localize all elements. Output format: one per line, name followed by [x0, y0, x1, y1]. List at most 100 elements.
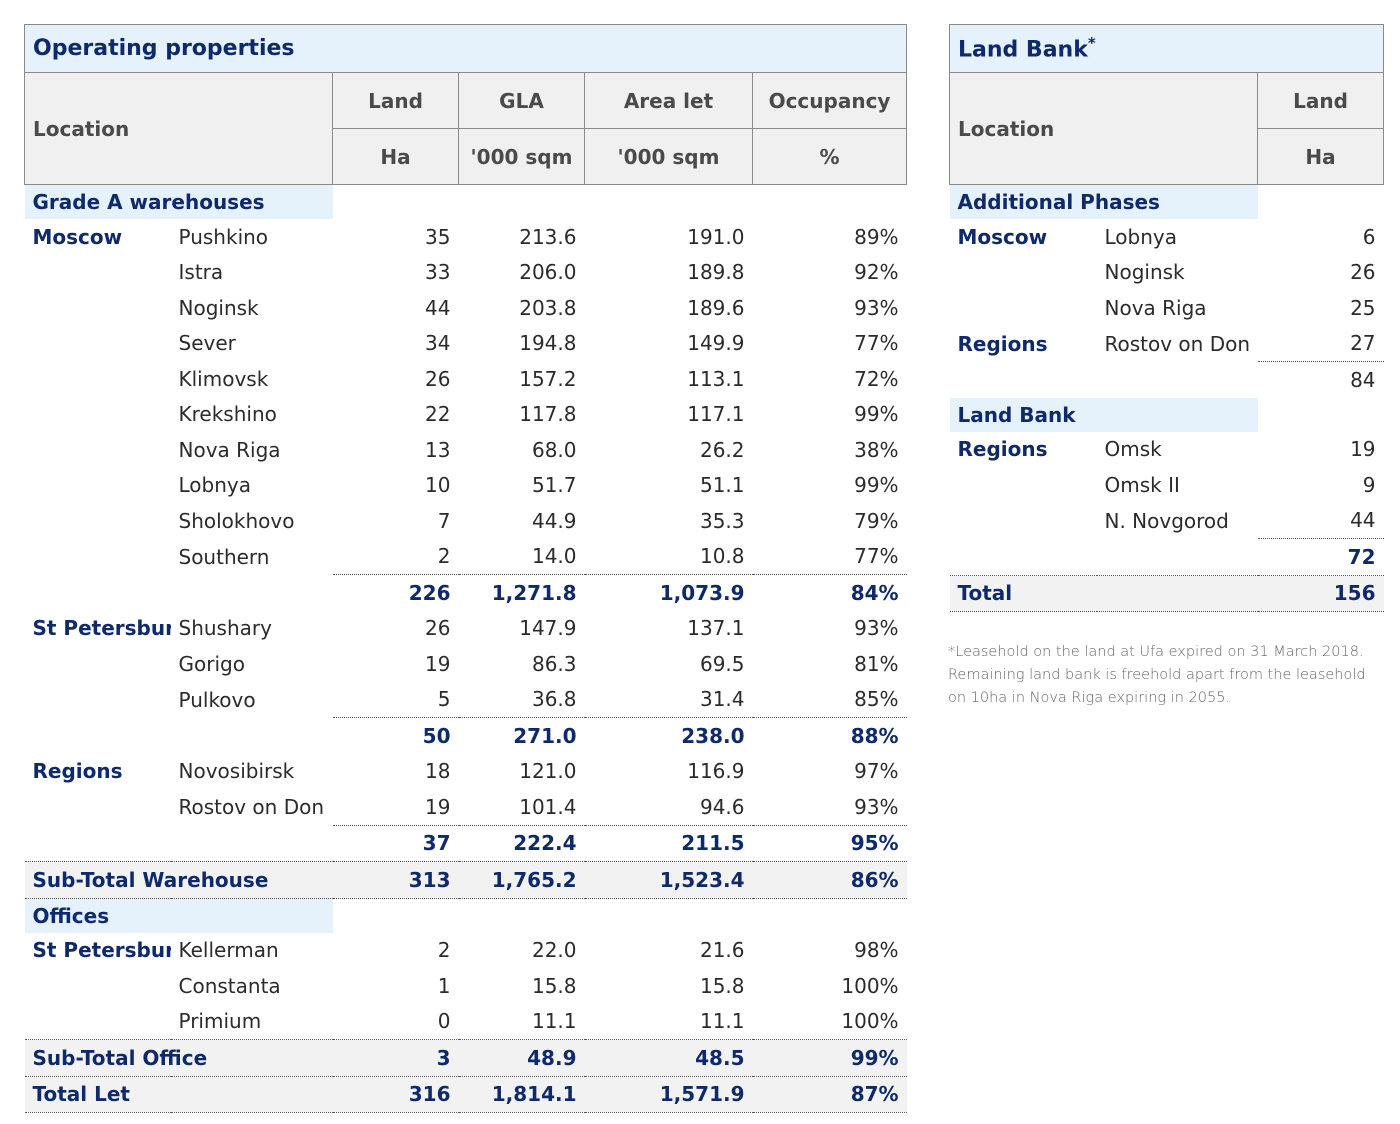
- empty-cell: [459, 185, 585, 220]
- section-title: Grade A warehouses: [24, 184, 333, 219]
- region-cell: [950, 255, 1097, 291]
- land-bank-table: Land Bank* Location Land Ha Additional P…: [948, 24, 1385, 612]
- property-name: Lobnya: [178, 473, 252, 498]
- section-grade-a-warehouses: Grade A warehouses: [24, 184, 907, 220]
- occ-cell: 99%: [854, 473, 899, 498]
- gla-cell: 203.8: [519, 295, 577, 320]
- let-cell: 191.0: [687, 224, 745, 249]
- occ-cell: 38%: [854, 437, 899, 462]
- region-cell: [25, 468, 171, 504]
- total-occ: 87%: [752, 1075, 907, 1113]
- gla-cell: 86.3: [531, 651, 577, 676]
- region-cell: [25, 361, 171, 397]
- subtotal-land: 37: [332, 824, 459, 862]
- let-cell: 51.1: [699, 473, 745, 498]
- gla-unit: '000 sqm: [458, 128, 585, 185]
- land-cell: 19: [1350, 437, 1376, 462]
- empty-cell: [459, 898, 585, 933]
- gla-cell: 157.2: [519, 366, 577, 391]
- land-cell: 34: [425, 331, 451, 356]
- let-cell: 35.3: [699, 508, 745, 533]
- land-cell: 7: [437, 508, 451, 533]
- let-cell: 149.9: [687, 331, 745, 356]
- table-row: Krekshino 22 117.8 117.1 99%: [25, 397, 907, 433]
- region-cell: Moscow: [32, 224, 123, 249]
- region-cell: Regions: [957, 331, 1048, 356]
- land-cell: 2: [437, 938, 451, 963]
- land-cell: 0: [437, 1009, 451, 1034]
- property-name: Shushary: [178, 616, 272, 641]
- table-row: Gorigo 19 86.3 69.5 81%: [25, 646, 907, 682]
- let-cell: 21.6: [699, 938, 745, 963]
- empty-cell: [1258, 185, 1384, 220]
- subtotal-row: 50 271.0 238.0 88%: [25, 717, 907, 754]
- total-gla: 48.9: [458, 1039, 585, 1077]
- section-title: Land Bank: [949, 397, 1258, 432]
- property-name: Klimovsk: [178, 366, 269, 391]
- let-cell: 94.6: [699, 794, 745, 819]
- table-row: Omsk II 9: [950, 467, 1384, 503]
- region-cell: Regions: [32, 759, 123, 784]
- lb-land-header: Land: [1256, 72, 1385, 129]
- region-cell: [25, 539, 171, 575]
- empty-cell: [171, 718, 333, 754]
- gla-cell: 147.9: [519, 616, 577, 641]
- property-name: Krekshino: [178, 402, 277, 427]
- gla-cell: 11.1: [531, 1009, 577, 1034]
- occ-cell: 85%: [854, 687, 899, 712]
- occ-cell: 79%: [854, 508, 899, 533]
- land-cell: 1: [437, 973, 451, 998]
- total-let: 1,523.4: [584, 861, 753, 899]
- gla-cell: 101.4: [519, 794, 577, 819]
- gla-cell: 44.9: [531, 508, 577, 533]
- subtotal-row: 72: [950, 539, 1384, 576]
- table-row: N. Novgorod 44: [950, 502, 1384, 539]
- region-cell: St Petersburg: [32, 616, 171, 641]
- section-additional-phases: Additional Phases: [949, 184, 1384, 220]
- gla-header: GLA: [458, 72, 585, 129]
- table-row: Sever 34 194.8 149.9 77%: [25, 326, 907, 362]
- empty-cell: [171, 825, 333, 862]
- empty-cell: [25, 825, 171, 862]
- area-let-unit: '000 sqm: [584, 128, 753, 185]
- footnote: *Leasehold on the land at Ufa expired on…: [948, 644, 1366, 706]
- property-name: Pushkino: [178, 224, 269, 249]
- property-name: Lobnya: [1104, 224, 1178, 249]
- region-cell: [25, 326, 171, 362]
- land-cell: 10: [425, 473, 451, 498]
- land-cell: 19: [425, 651, 451, 676]
- table-row: Pulkovo 5 36.8 31.4 85%: [25, 682, 907, 718]
- land-cell: 13: [425, 437, 451, 462]
- operating-properties-table: Operating properties Location Land GLA A…: [23, 24, 908, 1113]
- occupancy-unit: %: [751, 128, 908, 185]
- occ-cell: 81%: [854, 651, 899, 676]
- empty-cell: [585, 185, 753, 220]
- region-cell: St Petersburg: [32, 938, 171, 963]
- lb-land-unit: Ha: [1256, 128, 1385, 185]
- property-name: Novosibirsk: [178, 759, 295, 784]
- table-row: Regions Rostov on Don 27: [950, 325, 1384, 362]
- subtotal-office-row: Sub-Total Office 3 48.9 48.5 99%: [24, 1039, 907, 1077]
- lb-location-header: Location: [949, 72, 1258, 185]
- property-name: Sever: [178, 331, 236, 356]
- occ-cell: 72%: [854, 366, 899, 391]
- empty-cell: [333, 185, 459, 220]
- region-cell: [25, 503, 171, 539]
- region-cell: [950, 503, 1097, 539]
- property-name: Constanta: [178, 973, 281, 998]
- region-cell: [25, 432, 171, 468]
- total-occ: 99%: [752, 1039, 907, 1077]
- property-name: Gorigo: [178, 651, 245, 676]
- region-cell: [25, 646, 171, 682]
- table-row: Primium 0 11.1 11.1 100%: [25, 1004, 907, 1040]
- table-row: Regions Omsk 19: [950, 432, 1384, 468]
- land-cell: 2: [437, 544, 451, 569]
- gla-cell: 117.8: [519, 402, 577, 427]
- property-name: Rostov on Don: [178, 795, 325, 819]
- subtotal-gla: 271.0: [458, 717, 585, 754]
- empty-cell: [1258, 398, 1384, 432]
- property-name: Omsk II: [1104, 472, 1180, 497]
- let-cell: 10.8: [699, 544, 745, 569]
- region-cell: [25, 968, 171, 1004]
- land-cell: 9: [1362, 472, 1376, 497]
